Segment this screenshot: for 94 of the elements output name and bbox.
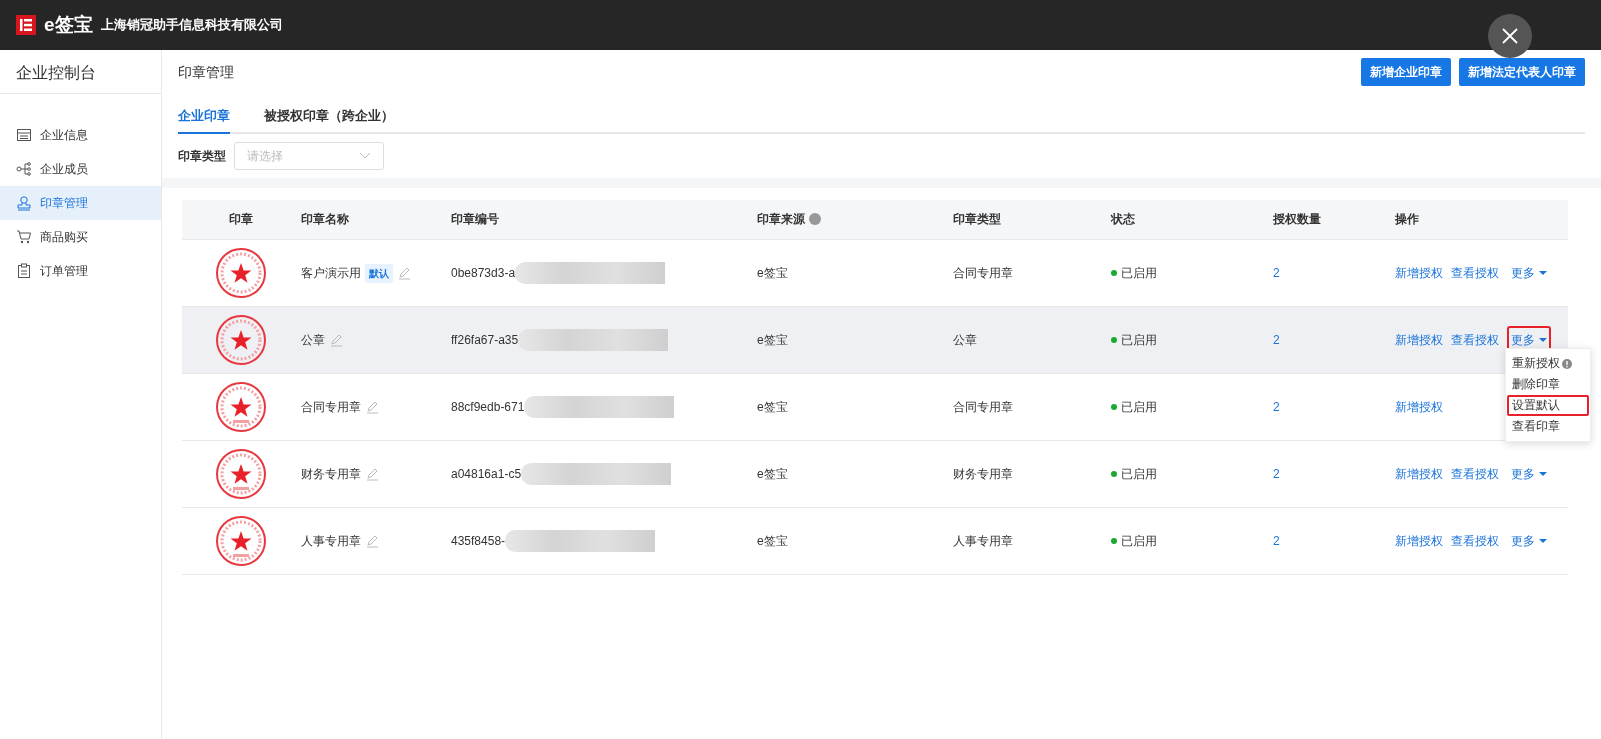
status-text: 已启用 — [1121, 265, 1157, 282]
brand-name: e签宝 — [44, 12, 93, 37]
action-link[interactable]: 新增授权 — [1395, 264, 1443, 282]
type-cell: 合同专用章 — [952, 239, 1110, 307]
sidebar-item[interactable]: 商品购买 — [0, 220, 161, 254]
count-link[interactable]: 2 — [1273, 467, 1280, 481]
sidebar-item[interactable]: 企业成员 — [0, 152, 161, 186]
seal-id: 435f8458- — [451, 533, 506, 550]
caret-icon — [1539, 270, 1547, 276]
sidebar-item[interactable]: 订单管理 — [0, 254, 161, 288]
edit-icon[interactable] — [329, 333, 343, 347]
action-link[interactable]: 查看授权 — [1451, 532, 1499, 550]
type-cell: 合同专用章 — [952, 373, 1110, 441]
add-seal-button[interactable]: 新增法定代表人印章 — [1459, 58, 1585, 86]
info-icon — [1562, 358, 1572, 369]
sidebar-item[interactable]: 企业信息 — [0, 118, 161, 152]
close-icon — [1501, 27, 1519, 45]
edit-icon[interactable] — [365, 467, 379, 481]
seal-name: 人事专用章 — [301, 533, 361, 550]
source-cell: e签宝 — [756, 239, 952, 307]
status-text: 已启用 — [1121, 533, 1157, 550]
console-title: 企业控制台 — [0, 50, 161, 94]
menu-item[interactable]: 重新授权 — [1507, 353, 1589, 374]
menu-item[interactable]: 查看印章 — [1507, 416, 1589, 437]
page-title: 印章管理 — [178, 62, 234, 82]
cart-icon — [16, 229, 32, 245]
source-cell: e签宝 — [756, 373, 952, 441]
column-header: 印章类型 — [953, 211, 1001, 229]
edit-icon[interactable] — [397, 266, 411, 280]
caret-icon — [1539, 538, 1547, 544]
column-header: 印章来源 — [757, 211, 805, 229]
column-header: 印章 — [182, 199, 300, 240]
type-cell: 公章 — [952, 306, 1110, 374]
seal-name: 财务专用章 — [301, 466, 361, 483]
count-link[interactable]: 2 — [1273, 333, 1280, 347]
logo-icon — [16, 15, 36, 35]
seal-name: 合同专用章 — [301, 399, 361, 416]
seal-name: 公章 — [301, 332, 325, 349]
source-cell: e签宝 — [756, 440, 952, 508]
column-header: 印章名称 — [301, 211, 349, 229]
status-dot — [1111, 538, 1117, 544]
seal-name: 客户演示用 — [301, 265, 361, 282]
edit-icon[interactable] — [365, 534, 379, 548]
add-seal-button[interactable]: 新增企业印章 — [1361, 58, 1451, 86]
action-link[interactable]: 新增授权 — [1395, 398, 1443, 416]
status-text: 已启用 — [1121, 466, 1157, 483]
count-link[interactable]: 2 — [1273, 534, 1280, 548]
status-dot — [1111, 337, 1117, 343]
caret-icon — [1539, 471, 1547, 477]
count-link[interactable]: 2 — [1273, 400, 1280, 414]
action-link[interactable]: 新增授权 — [1395, 465, 1443, 483]
status-dot — [1111, 270, 1117, 276]
filter-label: 印章类型 — [178, 147, 226, 165]
action-link[interactable]: 查看授权 — [1451, 331, 1499, 349]
status-text: 已启用 — [1121, 399, 1157, 416]
help-icon — [809, 213, 821, 226]
stamp-icon — [16, 195, 32, 211]
seal-id: 0be873d3-a — [451, 265, 516, 282]
tab[interactable]: 被授权印章（跨企业） — [264, 102, 394, 134]
status-dot — [1111, 471, 1117, 477]
company-name: 上海销冠助手信息科技有限公司 — [100, 16, 283, 35]
sidebar-item[interactable]: 印章管理 — [0, 186, 161, 220]
edit-icon[interactable] — [365, 400, 379, 414]
menu-item[interactable]: 设置默认 — [1507, 395, 1589, 416]
status-text: 已启用 — [1121, 332, 1157, 349]
action-link[interactable]: 查看授权 — [1451, 264, 1499, 282]
column-header: 操作 — [1395, 211, 1419, 229]
type-cell: 财务专用章 — [952, 440, 1110, 508]
seal-id: 88cf9edb-671 — [451, 399, 525, 416]
count-link[interactable]: 2 — [1273, 266, 1280, 280]
tab[interactable]: 企业印章 — [178, 102, 230, 134]
more-link[interactable]: 更多 — [1507, 259, 1551, 287]
column-header: 印章编号 — [451, 211, 499, 229]
more-link[interactable]: 更多 — [1507, 460, 1551, 488]
column-header: 状态 — [1111, 211, 1135, 229]
seal-id: ff26fa67-a35 — [451, 332, 519, 349]
seal-id: a04816a1-c5 — [451, 466, 522, 483]
clipboard-icon — [16, 263, 32, 279]
caret-icon — [1539, 337, 1547, 343]
status-dot — [1111, 404, 1117, 410]
menu-item[interactable]: 删除印章 — [1507, 374, 1589, 395]
table-icon — [16, 127, 32, 143]
more-link[interactable]: 更多 — [1507, 527, 1551, 555]
action-link[interactable]: 新增授权 — [1395, 331, 1443, 349]
default-badge: 默认 — [365, 263, 393, 283]
action-link[interactable]: 新增授权 — [1395, 532, 1443, 550]
column-header: 授权数量 — [1273, 211, 1321, 229]
source-cell: e签宝 — [756, 306, 952, 374]
source-cell: e签宝 — [756, 507, 952, 575]
type-cell: 人事专用章 — [952, 507, 1110, 575]
org-chart-icon — [16, 161, 32, 177]
action-link[interactable]: 查看授权 — [1451, 465, 1499, 483]
chevron-down-icon — [359, 151, 371, 160]
close-button[interactable] — [1488, 14, 1532, 58]
